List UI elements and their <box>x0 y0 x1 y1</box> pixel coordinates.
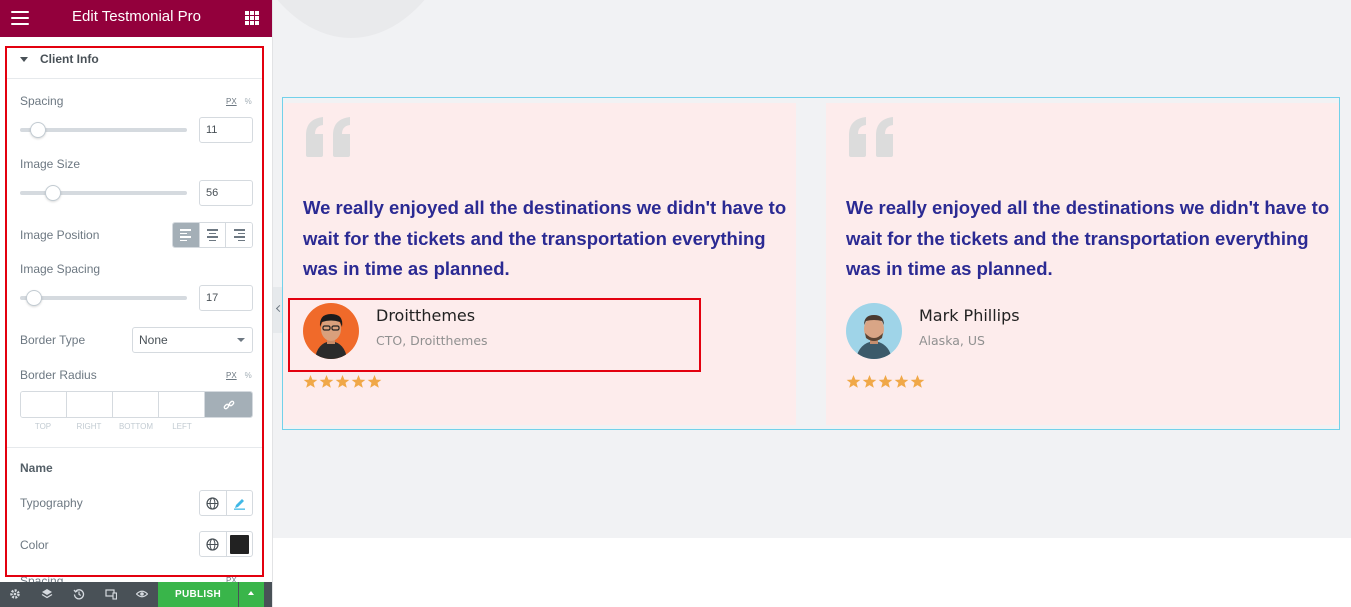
color-swatch <box>229 534 249 554</box>
publish-button[interactable]: PUBLISH <box>158 582 238 607</box>
typography-label: Typography <box>20 496 83 510</box>
radius-left-input[interactable] <box>159 392 205 417</box>
global-typography-button[interactable] <box>200 491 227 515</box>
pencil-icon <box>233 498 245 510</box>
unit-px[interactable]: PX <box>226 97 237 106</box>
spacing-unit-switch[interactable]: PX% <box>226 97 252 106</box>
star-icon <box>894 374 909 388</box>
spacing-input[interactable]: 11 <box>199 117 253 143</box>
star-icon <box>846 374 861 388</box>
caret-up-icon <box>248 591 254 595</box>
align-left-button[interactable] <box>173 223 200 247</box>
image-spacing-input[interactable]: 17 <box>199 285 253 311</box>
star-icon <box>351 374 366 388</box>
star-icon <box>335 374 350 388</box>
testimonial-quote: We really enjoyed all the destinations w… <box>846 197 1330 279</box>
star-icon <box>878 374 893 388</box>
publish-options-button[interactable] <box>239 582 264 607</box>
link-values-button[interactable] <box>205 392 252 417</box>
image-size-input[interactable]: 56 <box>199 180 253 206</box>
star-icon <box>303 374 318 388</box>
star-icon <box>910 374 925 388</box>
radius-right-label: RIGHT <box>76 422 102 431</box>
star-icon <box>367 374 382 388</box>
widgets-grid-icon[interactable] <box>245 11 259 25</box>
color-picker-button[interactable] <box>227 532 253 556</box>
client-avatar <box>846 303 902 359</box>
quote-icon <box>849 117 893 157</box>
image-position-label: Image Position <box>20 228 100 242</box>
image-spacing-slider-track[interactable] <box>20 296 187 300</box>
editor-panel: Edit Testmonial Pro Client Info Spacing … <box>0 0 273 607</box>
border-radius-label: Border Radius <box>20 368 97 382</box>
image-position-choices <box>172 222 253 248</box>
client-avatar <box>303 303 359 359</box>
radius-bottom-input[interactable] <box>113 392 159 417</box>
color-label: Color <box>20 538 49 552</box>
name-heading: Name <box>20 461 53 475</box>
radius-top-input[interactable] <box>21 392 67 417</box>
next-section <box>273 538 1351 607</box>
image-spacing-slider-handle[interactable] <box>26 290 42 306</box>
spacing-slider-handle[interactable] <box>30 122 46 138</box>
link-icon <box>223 400 234 409</box>
client-role: Alaska, US <box>919 333 985 348</box>
align-right-button[interactable] <box>226 223 252 247</box>
history-icon[interactable] <box>73 588 85 600</box>
typography-controls <box>199 490 253 516</box>
image-size-slider-handle[interactable] <box>45 185 61 201</box>
global-color-button[interactable] <box>200 532 227 556</box>
image-size-label: Image Size <box>20 157 81 171</box>
responsive-icon[interactable] <box>105 588 117 600</box>
radius-left-label: LEFT <box>172 422 192 431</box>
settings-icon[interactable] <box>9 588 21 600</box>
border-radius-dimensions <box>20 391 253 418</box>
image-spacing-label: Image Spacing <box>20 262 101 276</box>
unit-percent[interactable]: % <box>245 371 252 380</box>
client-name: Mark Phillips <box>919 306 1020 325</box>
border-type-label: Border Type <box>20 333 86 347</box>
client-info-section-toggle[interactable]: Client Info <box>6 45 262 79</box>
section-title: Client Info <box>40 52 99 66</box>
border-type-value: None <box>139 333 168 347</box>
spacing-label: Spacing <box>20 94 64 108</box>
radius-right-input[interactable] <box>67 392 113 417</box>
radius-top-label: TOP <box>34 422 52 431</box>
panel-title: Edit Testmonial Pro <box>72 8 201 25</box>
edit-typography-button[interactable] <box>227 491 253 515</box>
divider <box>6 447 262 448</box>
star-icon <box>862 374 877 388</box>
globe-icon <box>206 496 219 510</box>
unit-percent[interactable]: % <box>245 97 252 106</box>
layers-icon[interactable] <box>41 588 53 600</box>
panel-header: Edit Testmonial Pro <box>0 0 272 37</box>
caret-down-icon <box>20 57 28 62</box>
chevron-down-icon <box>237 338 245 342</box>
globe-icon <box>206 537 219 551</box>
unit-px[interactable]: PX <box>226 371 237 380</box>
client-role: CTO, Droitthemes <box>376 333 488 348</box>
testimonial-quote: We really enjoyed all the destinations w… <box>303 197 787 279</box>
rating-stars <box>303 374 382 390</box>
border-type-select[interactable]: None <box>132 327 253 353</box>
quote-icon <box>306 117 350 157</box>
client-name: Droitthemes <box>376 306 476 325</box>
border-radius-unit-switch[interactable]: PX% <box>226 371 252 380</box>
radius-bottom-label: BOTTOM <box>118 422 154 431</box>
color-controls <box>199 531 253 557</box>
rating-stars <box>846 374 925 390</box>
star-icon <box>319 374 334 388</box>
align-center-button[interactable] <box>199 223 227 247</box>
panel-footer: PUBLISH <box>0 582 272 607</box>
preview-icon[interactable] <box>136 588 148 600</box>
